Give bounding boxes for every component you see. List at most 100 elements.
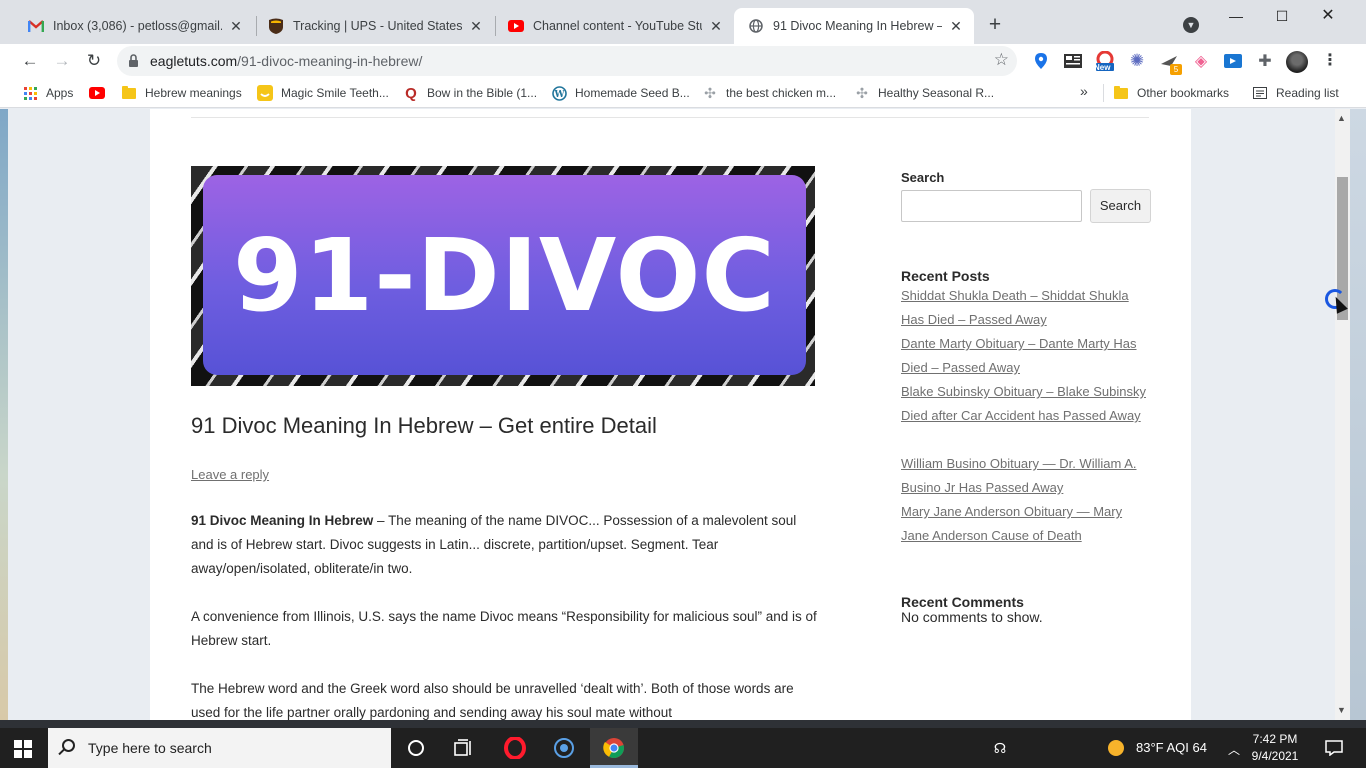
address-bar[interactable]: eagletuts.com/91-divoc-meaning-in-hebrew… [117,46,1017,76]
clock-time: 7:42 PM [1252,732,1298,746]
opera-icon[interactable] [503,736,527,760]
bookmark-bow-in-bible[interactable]: Q Bow in the Bible (1... [403,83,537,103]
maps-extension-icon[interactable] [1031,51,1051,71]
reading-list-label: Reading list [1276,86,1339,100]
close-icon[interactable]: ✕ [708,18,724,34]
recent-post-link[interactable]: Blake Subinsky Obituary – Blake Subin­sk… [901,380,1151,428]
system-clock[interactable]: 7:42 PM 9/4/2021 [1242,731,1308,765]
back-button[interactable]: ← [18,49,42,73]
weather-sun-icon[interactable] [1104,736,1128,760]
gmail-icon [28,18,44,34]
media-player-icon[interactable] [552,736,576,760]
tab-title: Inbox (3,086) - petloss@gmail.co [53,19,222,33]
search-label: Search [901,170,945,185]
hero-text: 91-DIVOC [233,216,776,334]
url-text: eagletuts.com/91-divoc-meaning-in-hebrew… [150,53,422,69]
globe-icon [748,18,764,34]
people-icon[interactable]: ☊ [988,736,1012,760]
svg-text:W: W [553,90,565,100]
recent-comments-heading: Recent Comments [901,594,1024,610]
bookmarks-divider [1103,84,1104,102]
bookmark-label: the best chicken m... [726,86,837,100]
forward-button[interactable]: → [50,49,74,73]
extensions-puzzle-icon[interactable]: ✚ [1255,51,1275,71]
chevron-up-icon[interactable]: ︿ [1228,741,1240,758]
taskbar-search-box[interactable]: Type here to search [48,728,391,768]
recent-post-link[interactable]: Dante Marty Obituary – Dante Marty Has D… [901,332,1151,380]
bookmark-label: Homemade Seed B... [575,86,690,100]
menu-dots-icon[interactable]: ⋮ [1322,50,1338,72]
close-icon[interactable]: ✕ [468,18,484,34]
close-icon[interactable]: ✕ [948,18,964,34]
reload-button[interactable]: ↻ [82,49,106,73]
paragraph-lead: 91 Divoc Meaning In Hebrew [191,513,374,528]
tab-gmail[interactable]: Inbox (3,086) - petloss@gmail.co ✕ [14,8,254,44]
windows-start-icon[interactable] [14,740,32,758]
no-comments-text: No comments to show. [901,609,1043,625]
bookmark-homemade-seed[interactable]: W Homemade Seed B... [551,83,690,103]
reading-list[interactable]: Reading list [1252,83,1339,103]
close-icon[interactable]: ✕ [228,18,244,34]
bookmark-label: Bow in the Bible (1... [427,86,538,100]
windows-taskbar: Type here to search ☊ 83°F AQI 64 ︿ 7:42… [0,728,1366,768]
sidebar-search-input[interactable] [901,190,1082,222]
profile-avatar[interactable] [1286,51,1308,73]
other-bookmarks[interactable]: Other bookmarks [1113,83,1229,103]
ups-icon [268,18,284,34]
bookmark-label: Hebrew meanings [145,86,242,100]
tab-youtube-studio[interactable]: Channel content - YouTube Studio ✕ [494,8,734,44]
minimize-button[interactable]: — [1213,4,1259,28]
youtube-bookmark[interactable] [89,83,113,103]
post-title[interactable]: 91 Divoc Meaning In Hebrew – Get entire … [191,413,657,439]
bookmark-star-icon[interactable]: ☆ [994,50,1009,70]
paragraph-2: A convenience from Illinois, U.S. says t… [191,609,817,648]
bookmark-healthy-seasonal[interactable]: ✣ Healthy Seasonal R... [854,83,994,103]
hero-badge: 91-DIVOC [203,175,806,375]
notifications-icon[interactable] [1322,736,1346,760]
weather-text[interactable]: 83°F AQI 64 [1136,740,1207,755]
folder-icon [1113,85,1129,101]
leave-reply-link[interactable]: Leave a reply [191,467,269,482]
bookmark-chicken[interactable]: ✣ the best chicken m... [702,83,836,103]
lock-icon[interactable] [129,54,138,67]
search-button[interactable]: Search [1090,189,1151,223]
window-close-button[interactable]: ✕ [1305,4,1351,28]
tab-title: 91 Divoc Meaning In Hebrew – Get entire … [773,19,942,33]
new-tab-button[interactable]: + [984,14,1006,36]
cortana-icon[interactable] [404,736,428,760]
tab-ups[interactable]: Tracking | UPS - United States ✕ [254,8,494,44]
bookmarks-bar: Apps Hebrew meanings Magic Smile Teeth..… [0,78,1366,108]
header-divider [191,117,1149,118]
smile-badge-icon [257,85,273,101]
paragraph-1: 91 Divoc Meaning In Hebrew – The meaning… [191,509,821,581]
recent-post-link[interactable]: Shiddat Shukla Death – Shiddat Shukla Ha… [901,284,1151,332]
url-domain: eagletuts.com [150,53,238,69]
sparkle-icon: ✣ [856,84,868,101]
pink-extension-icon[interactable]: ◈ [1191,51,1211,71]
chrome-icon[interactable] [602,736,626,760]
cast-extension-icon[interactable] [1223,51,1243,71]
clock-date: 9/4/2021 [1251,749,1299,763]
bookmark-label: Healthy Seasonal R... [878,86,995,100]
news-extension-icon[interactable] [1063,51,1083,71]
task-view-icon[interactable] [452,736,476,760]
bookmarks-overflow-icon[interactable]: » [1080,83,1088,99]
apps-shortcut[interactable]: Apps [22,83,73,103]
recent-post-link[interactable]: William Busino Obituary — Dr. William A.… [901,452,1151,500]
gear-extension-icon[interactable]: ✺ [1127,51,1147,71]
scroll-down-icon[interactable]: ▼ [1337,705,1346,715]
taskbar-search-placeholder: Type here to search [88,740,212,756]
apps-grid-icon [22,85,38,101]
recent-post-link[interactable]: Mary Jane Anderson Obituary — Mary Jane … [901,500,1151,548]
bookmark-hebrew-meanings[interactable]: Hebrew meanings [121,83,242,103]
tab-active-article[interactable]: 91 Divoc Meaning In Hebrew – Get entire … [734,8,974,44]
maximize-button[interactable]: ☐ [1259,4,1305,28]
paragraph-3: The Hebrew word and the Greek word also … [191,681,794,720]
desktop-edge [1350,109,1366,720]
scroll-up-icon[interactable]: ▲ [1337,113,1346,123]
tab-strip: Inbox (3,086) - petloss@gmail.co ✕ Track… [0,0,1366,44]
browser-toolbar: ← → ↻ eagletuts.com/91-divoc-meaning-in-… [0,44,1366,78]
tab-search-icon[interactable]: ▼ [1183,17,1199,33]
bookmark-magic-smile[interactable]: Magic Smile Teeth... [257,83,389,103]
new-badge: New [1094,63,1111,72]
